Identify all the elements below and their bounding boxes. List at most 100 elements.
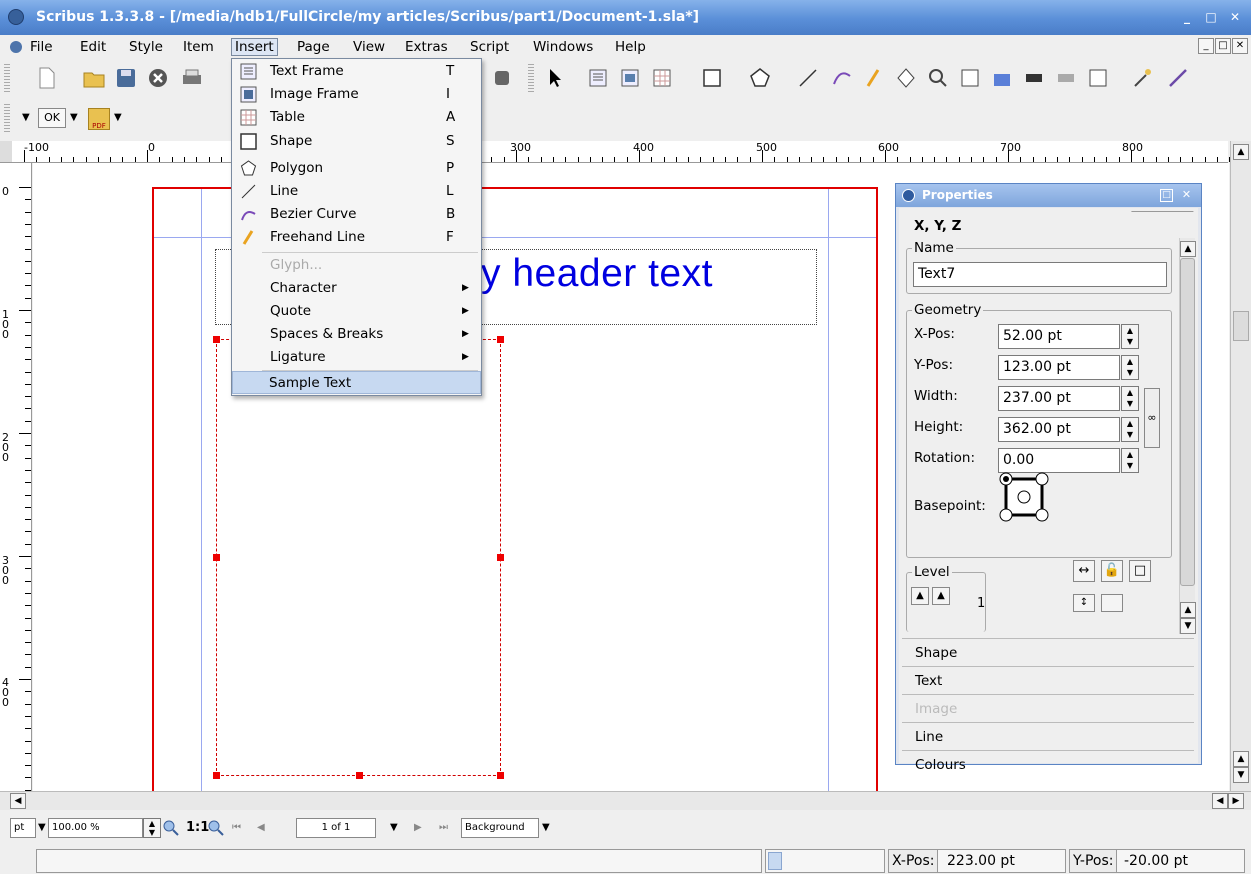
height-spinner[interactable]: ▲ ▼ xyxy=(1121,417,1139,442)
rotate-icon[interactable] xyxy=(894,66,918,90)
menu-item-bezier-curve[interactable]: Bezier Curve B xyxy=(234,203,479,226)
insert-image-frame-icon[interactable] xyxy=(618,66,642,90)
horizontal-scrollbar[interactable]: ◀ ◀ ▶ xyxy=(0,791,1251,810)
menu-edit[interactable]: Edit xyxy=(77,38,109,56)
menu-extras[interactable]: Extras xyxy=(402,38,451,56)
scroll-up-icon[interactable]: ▲ xyxy=(1233,751,1249,767)
insert-polygon-icon[interactable] xyxy=(748,66,772,90)
scroll-up-icon[interactable]: ▲ xyxy=(1180,602,1196,618)
scroll-right-icon[interactable]: ▶ xyxy=(1228,793,1244,809)
menu-item-ligature[interactable]: Ligature ▶ xyxy=(234,346,479,369)
bezier-curve-icon[interactable] xyxy=(830,66,854,90)
scroll-left-icon[interactable]: ◀ xyxy=(1212,793,1228,809)
toolbar-grip-2[interactable] xyxy=(528,64,534,92)
toolbar-grip-3[interactable] xyxy=(4,104,10,132)
height-input[interactable]: 362.00 pt xyxy=(998,417,1120,442)
insert-text-frame-icon[interactable] xyxy=(586,66,610,90)
ypos-input[interactable]: 123.00 pt xyxy=(998,355,1120,380)
unit-select[interactable]: pt xyxy=(10,818,36,838)
pdf-export-icon[interactable]: PDF xyxy=(88,108,110,130)
flip-vertical-icon[interactable]: ↕ xyxy=(1073,594,1095,612)
scroll-up-icon[interactable]: ▲ xyxy=(1180,241,1196,257)
magic-wand-icon[interactable] xyxy=(1130,66,1154,90)
menu-item-sample-text[interactable]: Sample Text xyxy=(232,371,481,394)
vertical-scrollbar[interactable]: ▲ ▲ ▼ xyxy=(1230,141,1251,791)
scroll-down-icon[interactable]: ▼ xyxy=(1180,618,1196,634)
unlink-text-frames-icon[interactable] xyxy=(1022,66,1046,90)
raise-level-icon[interactable]: ▲ xyxy=(911,587,929,605)
rotation-spinner[interactable]: ▲ ▼ xyxy=(1121,448,1139,473)
flip-horizontal-icon[interactable]: ↔ xyxy=(1073,560,1095,582)
resize-handle[interactable] xyxy=(497,336,504,343)
menu-item-character[interactable]: Character ▶ xyxy=(234,277,479,300)
chevron-down-icon[interactable]: ▼ xyxy=(542,822,550,833)
chevron-down-icon[interactable]: ▼ xyxy=(114,112,122,123)
maximize-palette-button[interactable]: □ xyxy=(1160,189,1173,202)
zoom-input[interactable]: 100.00 % xyxy=(48,818,143,838)
width-spinner[interactable]: ▲ ▼ xyxy=(1121,386,1139,411)
insert-table-icon[interactable] xyxy=(650,66,674,90)
resize-handle[interactable] xyxy=(356,772,363,779)
resize-handle[interactable] xyxy=(213,772,220,779)
new-document-icon[interactable] xyxy=(34,66,58,90)
previous-page-icon[interactable]: ◀ xyxy=(257,822,265,833)
zoom-out-icon[interactable] xyxy=(163,820,179,836)
menu-item-spaces-breaks[interactable]: Spaces & Breaks ▶ xyxy=(234,323,479,346)
tab-text[interactable]: Text xyxy=(902,666,1194,694)
resize-handle[interactable] xyxy=(497,554,504,561)
select-arrow-icon[interactable] xyxy=(542,66,566,90)
menu-insert[interactable]: Insert xyxy=(231,38,278,56)
scroll-down-icon[interactable]: ▼ xyxy=(1233,767,1249,783)
xpos-input[interactable]: 52.00 pt xyxy=(998,324,1120,349)
mdi-restore-button[interactable]: □ xyxy=(1215,38,1231,54)
menu-windows[interactable]: Windows xyxy=(530,38,596,56)
menu-help[interactable]: Help xyxy=(612,38,649,56)
page-indicator[interactable]: 1 of 1 xyxy=(296,818,376,838)
print-icon[interactable] xyxy=(180,66,204,90)
tab-line[interactable]: Line xyxy=(902,722,1194,750)
last-page-icon[interactable]: ⏭ xyxy=(439,822,448,833)
mdi-close-button[interactable]: ✕ xyxy=(1232,38,1248,54)
pdf-ok-button[interactable]: OK xyxy=(38,108,66,128)
menu-item-polygon[interactable]: Polygon P xyxy=(234,157,479,180)
tab-colours[interactable]: Colours xyxy=(902,750,1194,778)
gear-icon[interactable] xyxy=(490,66,514,90)
resize-handle[interactable] xyxy=(213,554,220,561)
ypos-spinner[interactable]: ▲ ▼ xyxy=(1121,355,1139,380)
first-page-icon[interactable]: ⏮ xyxy=(232,822,241,833)
menu-item[interactable]: Item xyxy=(180,38,217,56)
insert-shape-icon[interactable] xyxy=(700,66,724,90)
menu-item-quote[interactable]: Quote ▶ xyxy=(234,300,479,323)
menu-style[interactable]: Style xyxy=(126,38,166,56)
zoom-in-icon[interactable] xyxy=(208,820,224,836)
close-document-icon[interactable] xyxy=(146,66,170,90)
scrollbar-thumb[interactable] xyxy=(1180,258,1195,586)
mdi-minimize-button[interactable]: _ xyxy=(1198,38,1214,54)
link-text-frames-icon[interactable] xyxy=(990,66,1014,90)
scroll-left-icon[interactable]: ◀ xyxy=(10,793,26,809)
eyedropper-icon[interactable] xyxy=(1166,66,1190,90)
printing-icon[interactable] xyxy=(1101,594,1123,612)
basepoint-selector[interactable] xyxy=(999,472,1049,522)
menu-item-text-frame[interactable]: Text Frame T xyxy=(234,60,479,83)
freehand-line-icon[interactable] xyxy=(862,66,886,90)
menu-item-freehand-line[interactable]: Freehand Line F xyxy=(234,226,479,249)
raise-to-top-icon[interactable]: ▲ xyxy=(932,587,950,605)
close-button[interactable]: ✕ xyxy=(1225,8,1245,27)
name-input[interactable]: Text7 xyxy=(913,262,1167,287)
menu-item-table[interactable]: Table A xyxy=(234,106,479,129)
chevron-down-icon[interactable]: ▼ xyxy=(70,112,78,123)
zoom-icon[interactable] xyxy=(926,66,950,90)
size-lock-icon[interactable]: □ xyxy=(1129,560,1151,582)
tab-shape[interactable]: Shape xyxy=(902,638,1194,666)
menu-view[interactable]: View xyxy=(350,38,388,56)
copy-properties-icon[interactable] xyxy=(1086,66,1110,90)
scrollbar-thumb[interactable] xyxy=(1233,311,1249,341)
menu-script[interactable]: Script xyxy=(467,38,512,56)
save-icon[interactable] xyxy=(114,66,138,90)
chevron-down-icon[interactable]: ▼ xyxy=(390,822,398,833)
selected-text-frame[interactable] xyxy=(213,336,504,779)
open-folder-icon[interactable] xyxy=(82,66,106,90)
resize-handle[interactable] xyxy=(497,772,504,779)
menu-page[interactable]: Page xyxy=(294,38,333,56)
